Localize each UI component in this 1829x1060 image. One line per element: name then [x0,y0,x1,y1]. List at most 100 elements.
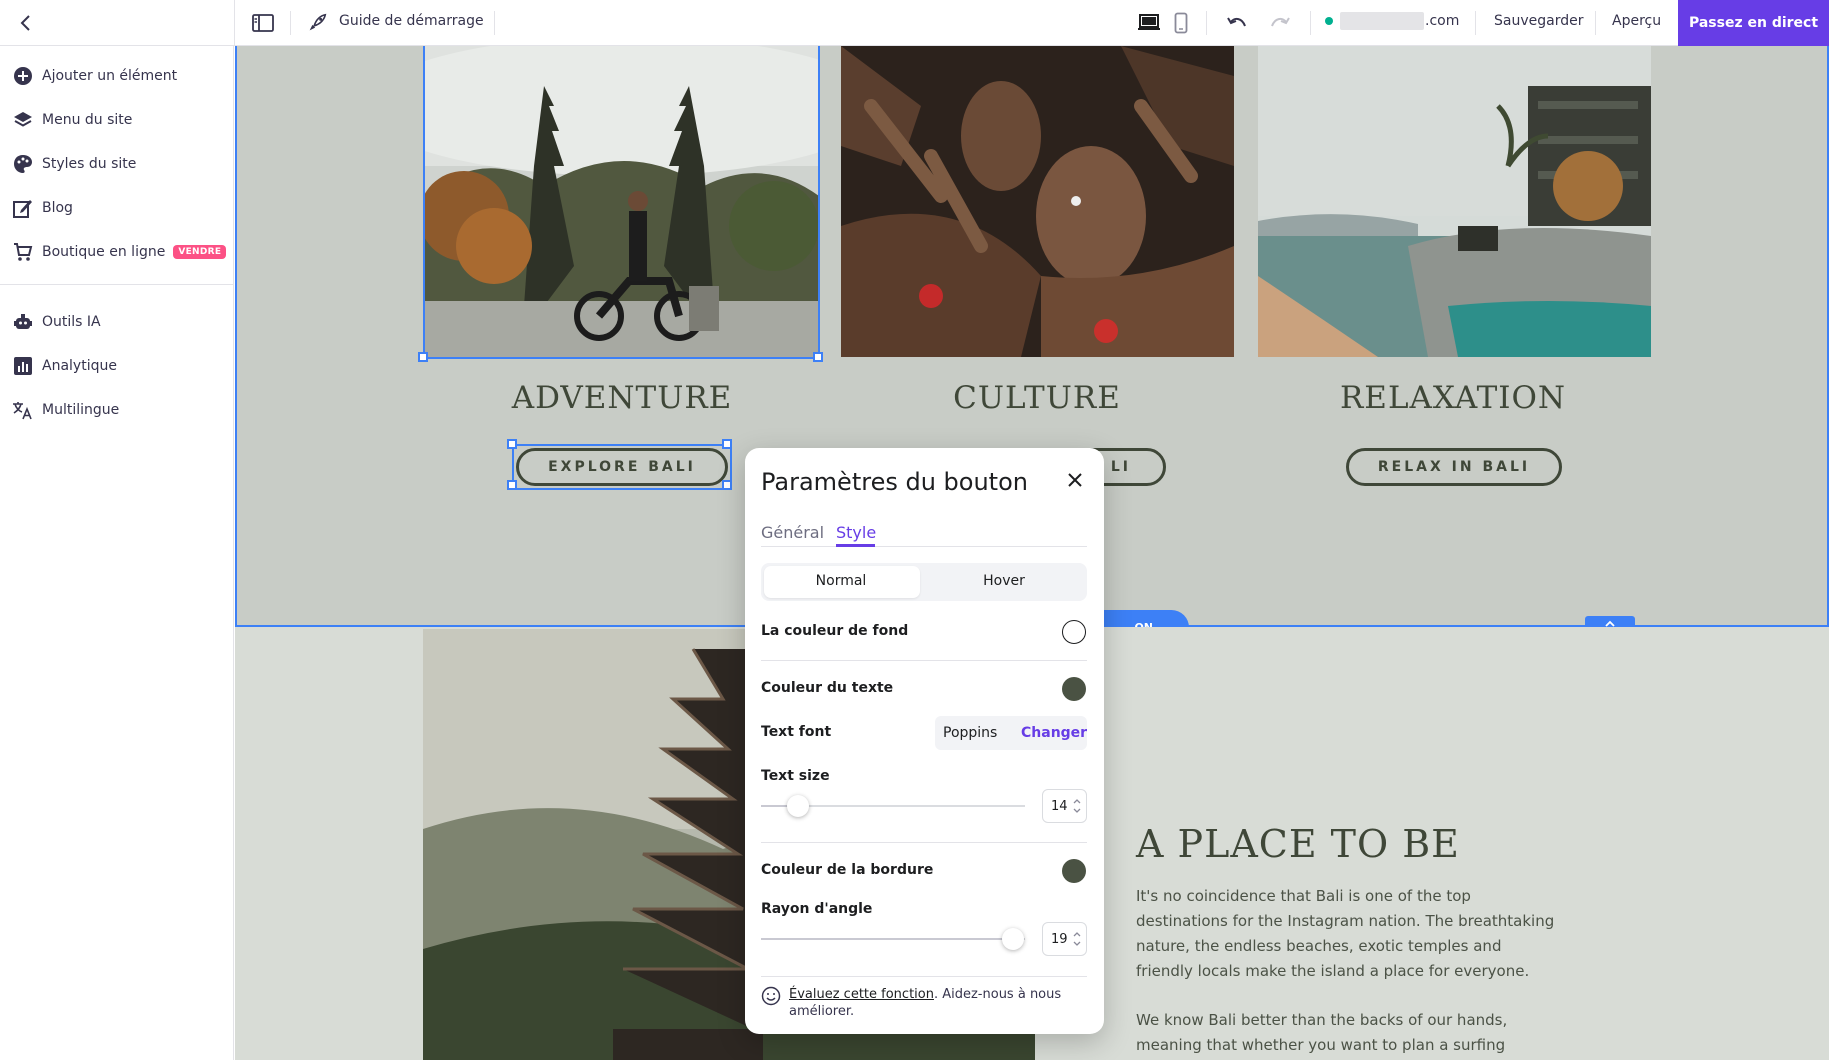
dialog-title: Paramètres du bouton [761,468,1028,496]
tab-style[interactable]: Style [836,523,876,542]
state-hover[interactable]: Hover [924,573,1084,589]
sidebar-item-blog[interactable]: Blog [0,186,233,230]
sidebar-item-multilingual[interactable]: Multilingue [0,388,233,432]
publish-button[interactable]: Passez en direct [1678,0,1829,46]
change-font-button[interactable]: Changer [1021,725,1087,741]
corner-radius-slider[interactable] [761,928,1025,950]
font-name: Poppins [943,725,998,741]
sidebar-item-label: Analytique [42,358,117,374]
sidebar-item-site-menu[interactable]: Menu du site [0,98,233,142]
divider [761,976,1087,977]
corner-radius-value: 19 [1051,932,1068,947]
sidebar-item-label: Multilingue [42,402,120,418]
text-size-input[interactable]: 14 [1042,789,1087,823]
translate-icon [12,399,34,421]
sidebar-item-online-store[interactable]: Boutique en ligne VENDRE [0,230,233,274]
bar-chart-icon [12,355,34,377]
guide-link[interactable]: Guide de démarrage [339,13,484,29]
relaxation-image[interactable] [1258,46,1651,357]
sidebar-item-site-styles[interactable]: Styles du site [0,142,233,186]
rocket-icon[interactable] [304,10,330,36]
plus-circle-icon [12,65,34,87]
smiley-icon [761,986,781,1006]
state-normal[interactable]: Normal [761,573,921,589]
sidebar-item-label: Outils IA [42,314,101,330]
palette-icon [12,153,34,175]
sidebar-item-label: Menu du site [42,112,133,128]
resize-handle[interactable] [722,439,732,449]
divider [761,842,1087,843]
text-font-label: Text font [761,724,832,740]
border-color-label: Couleur de la bordure [761,862,934,878]
stepper-arrows-icon[interactable] [1073,797,1081,815]
edit-icon [12,197,34,219]
text-color-swatch[interactable] [1062,677,1086,701]
domain-suffix[interactable]: .com [1425,13,1459,29]
relaxation-title[interactable]: RELAXATION [1258,380,1648,416]
toolbar-separator [1310,11,1311,35]
desktop-view-icon[interactable] [1136,10,1162,36]
border-color-swatch[interactable] [1062,859,1086,883]
top-toolbar: Guide de démarrage .com Sauvegarder Aper… [0,0,1829,46]
rate-feature-link[interactable]: Évaluez cette fonction [789,987,934,1002]
divider [761,660,1087,661]
robot-icon [12,311,34,333]
toolbar-separator [494,11,495,35]
back-arrow-icon[interactable] [14,11,38,35]
resize-handle[interactable] [507,439,517,449]
save-button[interactable]: Sauvegarder [1494,13,1583,29]
sell-badge: VENDRE [173,245,227,259]
corner-radius-label: Rayon d'angle [761,901,873,917]
sidebar-toggle-icon[interactable] [250,10,276,36]
active-tab-indicator [836,544,875,547]
sidebar-item-label: Boutique en ligne [42,244,166,260]
background-color-swatch[interactable] [1062,620,1086,644]
sidebar-item-label: Ajouter un élément [42,68,178,84]
sidebar-item-label: Styles du site [42,156,137,172]
sidebar-item-label: Blog [42,200,73,216]
redo-icon[interactable] [1267,10,1293,36]
left-sidebar: Ajouter un élément Menu du site Styles d… [0,46,234,1060]
slider-fill [761,938,1013,940]
resize-handle[interactable] [813,352,823,362]
toolbar-divider [234,0,235,46]
sidebar-item-add-element[interactable]: Ajouter un élément [0,54,233,98]
sidebar-item-ai-tools[interactable]: Outils IA [0,300,233,344]
corner-radius-input[interactable]: 19 [1042,922,1087,956]
slider-knob[interactable] [787,795,809,817]
toolbar-separator [1595,11,1596,35]
button-settings-dialog: Paramètres du bouton Général Style Norma… [745,448,1104,1034]
cart-icon [12,241,34,263]
slider-knob[interactable] [1002,928,1024,950]
relax-in-bali-button[interactable]: RELAX IN BALI [1346,448,1562,486]
text-size-slider[interactable] [761,795,1025,817]
button-selection-box [512,444,732,490]
culture-image[interactable] [841,46,1234,357]
mobile-view-icon[interactable] [1168,10,1194,36]
tab-general[interactable]: Général [761,523,824,542]
about-paragraph[interactable]: It's no coincidence that Bali is one of … [1136,884,1556,984]
text-color-label: Couleur du texte [761,680,894,696]
preview-button[interactable]: Aperçu [1612,13,1661,29]
text-size-label: Text size [761,768,830,784]
toolbar-separator [1475,11,1476,35]
culture-title[interactable]: CULTURE [842,380,1232,416]
about-paragraph-2[interactable]: We know Bali better than the backs of ou… [1136,1008,1556,1060]
toolbar-separator [1206,11,1207,35]
resize-handle[interactable] [418,352,428,362]
status-dot [1325,17,1333,25]
tab-underline [761,546,1087,547]
undo-icon[interactable] [1224,10,1250,36]
resize-handle[interactable] [507,480,517,490]
layers-icon [12,109,34,131]
stepper-arrows-icon[interactable] [1073,930,1081,948]
adventure-title[interactable]: ADVENTURE [427,380,817,416]
sidebar-item-analytics[interactable]: Analytique [0,344,233,388]
close-icon[interactable] [1065,470,1085,490]
about-heading[interactable]: A PLACE TO BE [1136,822,1460,866]
background-color-label: La couleur de fond [761,623,909,639]
resize-handle[interactable] [722,480,732,490]
feedback-text: Évaluez cette fonction. Aidez-nous à nou… [789,986,1079,1020]
state-toggle: Normal Hover [761,563,1087,601]
text-size-value: 14 [1051,799,1068,814]
